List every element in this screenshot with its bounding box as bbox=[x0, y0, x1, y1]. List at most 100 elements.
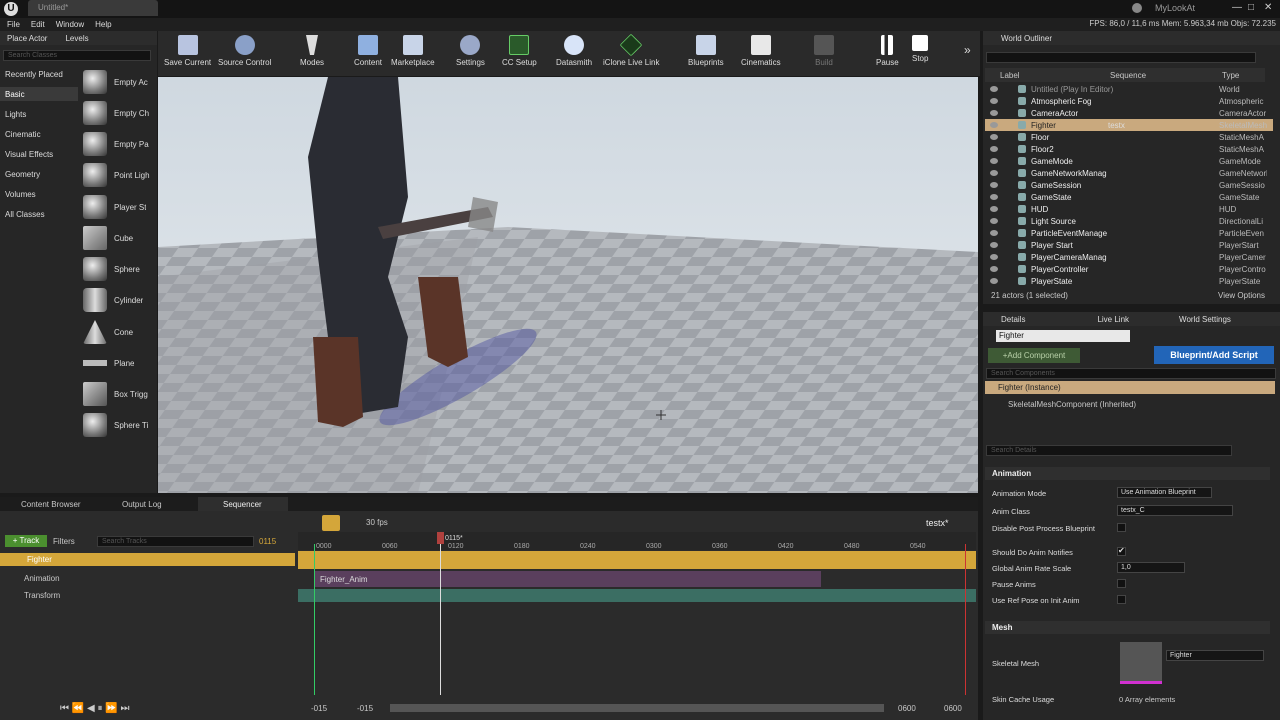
jump-end-icon[interactable]: ⏭ bbox=[121, 703, 130, 714]
view-options-button[interactable]: View Options bbox=[1218, 291, 1265, 300]
output-log-tab[interactable]: Output Log bbox=[122, 500, 162, 509]
marketplace-button[interactable]: Marketplace bbox=[391, 35, 435, 67]
outliner-row[interactable]: GameState GameState bbox=[985, 191, 1273, 203]
actor-item[interactable]: Cylinder bbox=[80, 286, 158, 314]
outliner-row[interactable]: Light Source DirectionalLi bbox=[985, 215, 1273, 227]
playhead-handle[interactable] bbox=[437, 532, 444, 544]
animation-section-header[interactable]: Animation bbox=[985, 467, 1270, 480]
sequencer-tab[interactable]: Sequencer bbox=[223, 500, 262, 509]
refpose-checkbox[interactable] bbox=[1117, 595, 1126, 604]
pause-anims-checkbox[interactable] bbox=[1117, 579, 1126, 588]
notifies-checkbox[interactable] bbox=[1117, 546, 1126, 556]
pause-button[interactable]: Pause bbox=[876, 35, 899, 67]
outliner-row[interactable]: Floor2 StaticMeshA bbox=[985, 143, 1273, 155]
timeline-scrollbar[interactable] bbox=[390, 704, 884, 712]
toolbar-more-icon[interactable]: » bbox=[964, 43, 971, 57]
range-start-marker[interactable] bbox=[314, 544, 315, 695]
skeletal-mesh-dropdown[interactable]: Fighter bbox=[1166, 650, 1264, 661]
jump-start-icon[interactable]: ⏮ bbox=[60, 703, 69, 714]
cc-setup-button[interactable]: CC Setup bbox=[502, 35, 537, 67]
search-tracks-input[interactable]: Search Tracks bbox=[97, 536, 254, 547]
content-browser-tab[interactable]: Content Browser bbox=[21, 500, 81, 509]
category-geometry[interactable]: Geometry bbox=[5, 170, 40, 179]
content-button[interactable]: Content bbox=[354, 35, 382, 67]
current-frame[interactable]: 0115 bbox=[259, 537, 276, 546]
category-volumes[interactable]: Volumes bbox=[5, 190, 36, 199]
playback-range-end[interactable]: 0600 bbox=[898, 704, 916, 713]
fps-dropdown[interactable]: 30 fps bbox=[366, 518, 388, 527]
level-viewport[interactable] bbox=[158, 77, 978, 493]
actor-item[interactable]: Box Trigg bbox=[80, 380, 158, 408]
anim-mode-dropdown[interactable]: Use Animation Blueprint bbox=[1117, 487, 1212, 498]
track-fighter[interactable]: Fighter bbox=[0, 553, 295, 566]
outliner-row[interactable]: GameNetworkManag GameNetwork bbox=[985, 167, 1273, 179]
actor-item[interactable]: Plane bbox=[80, 349, 158, 377]
actor-item[interactable]: Player St bbox=[80, 193, 158, 221]
visibility-eye-icon[interactable] bbox=[990, 86, 998, 92]
save-current-button[interactable]: Save Current bbox=[164, 35, 211, 67]
settings-button[interactable]: Settings bbox=[456, 35, 485, 67]
outliner-row[interactable]: GameMode GameMode bbox=[985, 155, 1273, 167]
datasmith-button[interactable]: Datasmith bbox=[556, 35, 592, 67]
menu-help[interactable]: Help bbox=[95, 20, 111, 29]
menu-edit[interactable]: Edit bbox=[31, 20, 45, 29]
view-range-end[interactable]: 0600 bbox=[944, 704, 962, 713]
visibility-eye-icon[interactable] bbox=[990, 122, 998, 128]
snap-icon[interactable] bbox=[322, 515, 340, 531]
visibility-eye-icon[interactable] bbox=[990, 230, 998, 236]
step-back-icon[interactable]: ⏪ bbox=[72, 703, 84, 714]
visibility-eye-icon[interactable] bbox=[990, 110, 998, 116]
world-settings-tab[interactable]: World Settings bbox=[1179, 315, 1231, 324]
actor-item[interactable]: Sphere Ti bbox=[80, 411, 158, 439]
visibility-eye-icon[interactable] bbox=[990, 194, 998, 200]
outliner-row[interactable]: Untitled (Play In Editor) World bbox=[985, 83, 1273, 95]
actor-item[interactable]: Cube bbox=[80, 224, 158, 252]
outliner-row[interactable]: PlayerCameraManag PlayerCamer bbox=[985, 251, 1273, 263]
outliner-row[interactable]: Player Start PlayerStart bbox=[985, 239, 1273, 251]
actor-item[interactable]: Sphere bbox=[80, 255, 158, 283]
visibility-eye-icon[interactable] bbox=[990, 266, 998, 272]
category-all-classes[interactable]: All Classes bbox=[5, 210, 45, 219]
filters-button[interactable]: Filters bbox=[53, 537, 75, 546]
build-button[interactable]: Build bbox=[814, 35, 834, 67]
view-range-start[interactable]: -015 bbox=[311, 704, 327, 713]
outliner-row[interactable]: Fighter testx SkeletalMesh bbox=[985, 119, 1273, 131]
transform-lane[interactable] bbox=[298, 589, 976, 602]
menu-file[interactable]: File bbox=[7, 20, 20, 29]
visibility-eye-icon[interactable] bbox=[990, 278, 998, 284]
visibility-eye-icon[interactable] bbox=[990, 98, 998, 104]
play-reverse-icon[interactable]: ◀ bbox=[87, 703, 95, 714]
playback-range-start[interactable]: -015 bbox=[357, 704, 373, 713]
visibility-eye-icon[interactable] bbox=[990, 206, 998, 212]
actor-item[interactable]: Empty Ac bbox=[80, 68, 158, 96]
visibility-eye-icon[interactable] bbox=[990, 242, 998, 248]
blueprints-button[interactable]: Blueprints bbox=[688, 35, 724, 67]
outliner-row[interactable]: ParticleEventManage ParticleEven bbox=[985, 227, 1273, 239]
visibility-eye-icon[interactable] bbox=[990, 170, 998, 176]
menu-window[interactable]: Window bbox=[56, 20, 84, 29]
blueprint-add-script-button[interactable]: Blueprint/Add Script bbox=[1154, 346, 1274, 364]
actor-item[interactable]: Empty Pa bbox=[80, 130, 158, 158]
track-animation-label[interactable]: Animation bbox=[24, 574, 60, 583]
visibility-eye-icon[interactable] bbox=[990, 182, 998, 188]
category-recently-placed[interactable]: Recently Placed bbox=[5, 70, 63, 79]
search-classes-input[interactable]: Search Classes bbox=[3, 50, 151, 61]
outliner-row[interactable]: Floor StaticMeshA bbox=[985, 131, 1273, 143]
col-sequence[interactable]: Sequence bbox=[1110, 71, 1146, 80]
add-component-button[interactable]: +Add Component bbox=[988, 348, 1080, 363]
outliner-row[interactable]: CameraActor CameraActor bbox=[985, 107, 1273, 119]
category-lights[interactable]: Lights bbox=[5, 110, 26, 119]
live-link-tab[interactable]: Live Link bbox=[1097, 315, 1129, 324]
visibility-eye-icon[interactable] bbox=[990, 134, 998, 140]
actor-item[interactable]: Point Ligh bbox=[80, 161, 158, 189]
category-basic[interactable]: Basic bbox=[5, 90, 25, 99]
playhead-line[interactable] bbox=[440, 532, 441, 695]
pause-playback-icon[interactable]: ⏸ bbox=[98, 703, 103, 714]
outliner-row[interactable]: PlayerController PlayerContro bbox=[985, 263, 1273, 275]
anim-section[interactable]: Fighter_Anim bbox=[315, 571, 821, 587]
outliner-row[interactable]: HUD HUD bbox=[985, 203, 1273, 215]
col-type[interactable]: Type bbox=[1222, 71, 1239, 80]
step-forward-icon[interactable]: ⏩ bbox=[105, 703, 117, 714]
stop-button[interactable]: Stop bbox=[912, 35, 928, 63]
details-tab[interactable]: Details bbox=[1001, 315, 1025, 324]
